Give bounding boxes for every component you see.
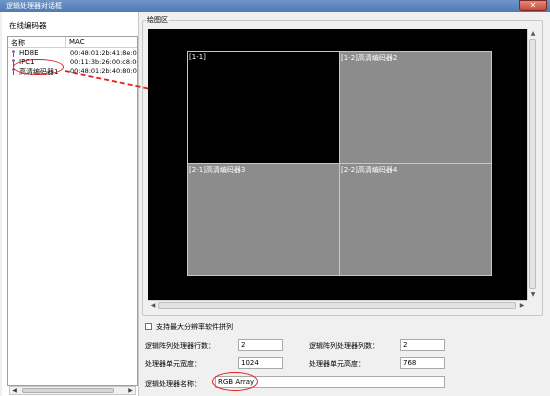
canvas-hscrollbar[interactable]: ◀ ▶ — [148, 300, 527, 310]
annotation-ellipse-encoder — [13, 59, 64, 75]
column-header-mac[interactable]: MAC — [69, 38, 85, 46]
unit-height-input[interactable]: 768 — [400, 357, 445, 369]
column-divider[interactable] — [65, 37, 66, 48]
scroll-up-icon[interactable]: ▲ — [528, 29, 538, 39]
scroll-left-icon[interactable]: ◀ — [10, 387, 19, 394]
dialog-window: 逻辑处理器对话框 ✕ 在线编码器 名称 MAC HD8E 00:48:01:2b… — [0, 0, 550, 396]
encoder-mac: 00:11:3b:26:00:c8:00:00 — [70, 58, 137, 66]
max-resolution-label: 支持最大分辨率软件拼列 — [156, 323, 233, 331]
scroll-thumb[interactable] — [158, 302, 516, 309]
annotation-ellipse-name — [212, 372, 258, 391]
rows-label: 逻辑阵列处理器行数： — [145, 342, 215, 350]
cell-label: [1-1] — [189, 53, 206, 61]
canvas-vscrollbar[interactable]: ▲ ▼ — [527, 29, 537, 300]
title-bar: 逻辑处理器对话框 ✕ — [0, 0, 550, 12]
processor-name-label: 逻辑处理器名称： — [145, 380, 201, 388]
unit-width-label: 处理器单元宽度： — [145, 360, 201, 368]
unit-width-input[interactable]: 1024 — [238, 357, 283, 369]
encoder-mac: 00:48:01:2b:41:8e:00:00 — [70, 49, 137, 57]
canvas-cell[interactable]: [2-1]高清编码器3 — [187, 163, 340, 276]
scroll-right-icon[interactable]: ▶ — [517, 301, 527, 311]
cols-input[interactable]: 2 — [400, 339, 445, 351]
encoder-list-hscrollbar[interactable]: ◀ ▶ — [9, 386, 136, 395]
encoder-name: HD8E — [19, 49, 39, 57]
cols-label: 逻辑阵列处理器列数： — [309, 342, 379, 350]
encoder-device-icon — [12, 50, 15, 57]
canvas-cell[interactable]: [1-2]高清编码器2 — [339, 51, 492, 164]
layout-canvas[interactable]: [1-1] [1-2]高清编码器2 [2-1]高清编码器3 [2-2]高清编码器… — [148, 29, 527, 300]
canvas-cell[interactable]: [2-2]高清编码器4 — [339, 163, 492, 276]
scroll-left-icon[interactable]: ◀ — [148, 301, 158, 311]
cell-label: [2-2]高清编码器4 — [341, 166, 398, 174]
canvas-group-label: 绘图区 — [146, 15, 169, 25]
scroll-down-icon[interactable]: ▼ — [528, 290, 538, 300]
cell-label: [2-1]高清编码器3 — [189, 166, 246, 174]
cell-label: [1-2]高清编码器2 — [341, 54, 398, 62]
encoder-list-header: 名称 MAC — [8, 37, 137, 48]
scroll-thumb[interactable] — [22, 388, 114, 393]
scroll-thumb[interactable] — [529, 39, 536, 289]
unit-height-label: 处理器单元高度： — [309, 360, 365, 368]
encoder-row[interactable]: HD8E 00:48:01:2b:41:8e:00:00 — [8, 49, 137, 58]
window-title: 逻辑处理器对话框 — [6, 2, 62, 10]
close-button[interactable]: ✕ — [519, 0, 547, 11]
canvas-cell[interactable]: [1-1] — [187, 51, 340, 164]
scroll-right-icon[interactable]: ▶ — [126, 387, 135, 394]
encoder-panel-title: 在线编码器 — [9, 21, 47, 30]
column-header-name[interactable]: 名称 — [11, 38, 25, 48]
rows-input[interactable]: 2 — [238, 339, 283, 351]
max-resolution-checkbox[interactable] — [145, 323, 152, 330]
